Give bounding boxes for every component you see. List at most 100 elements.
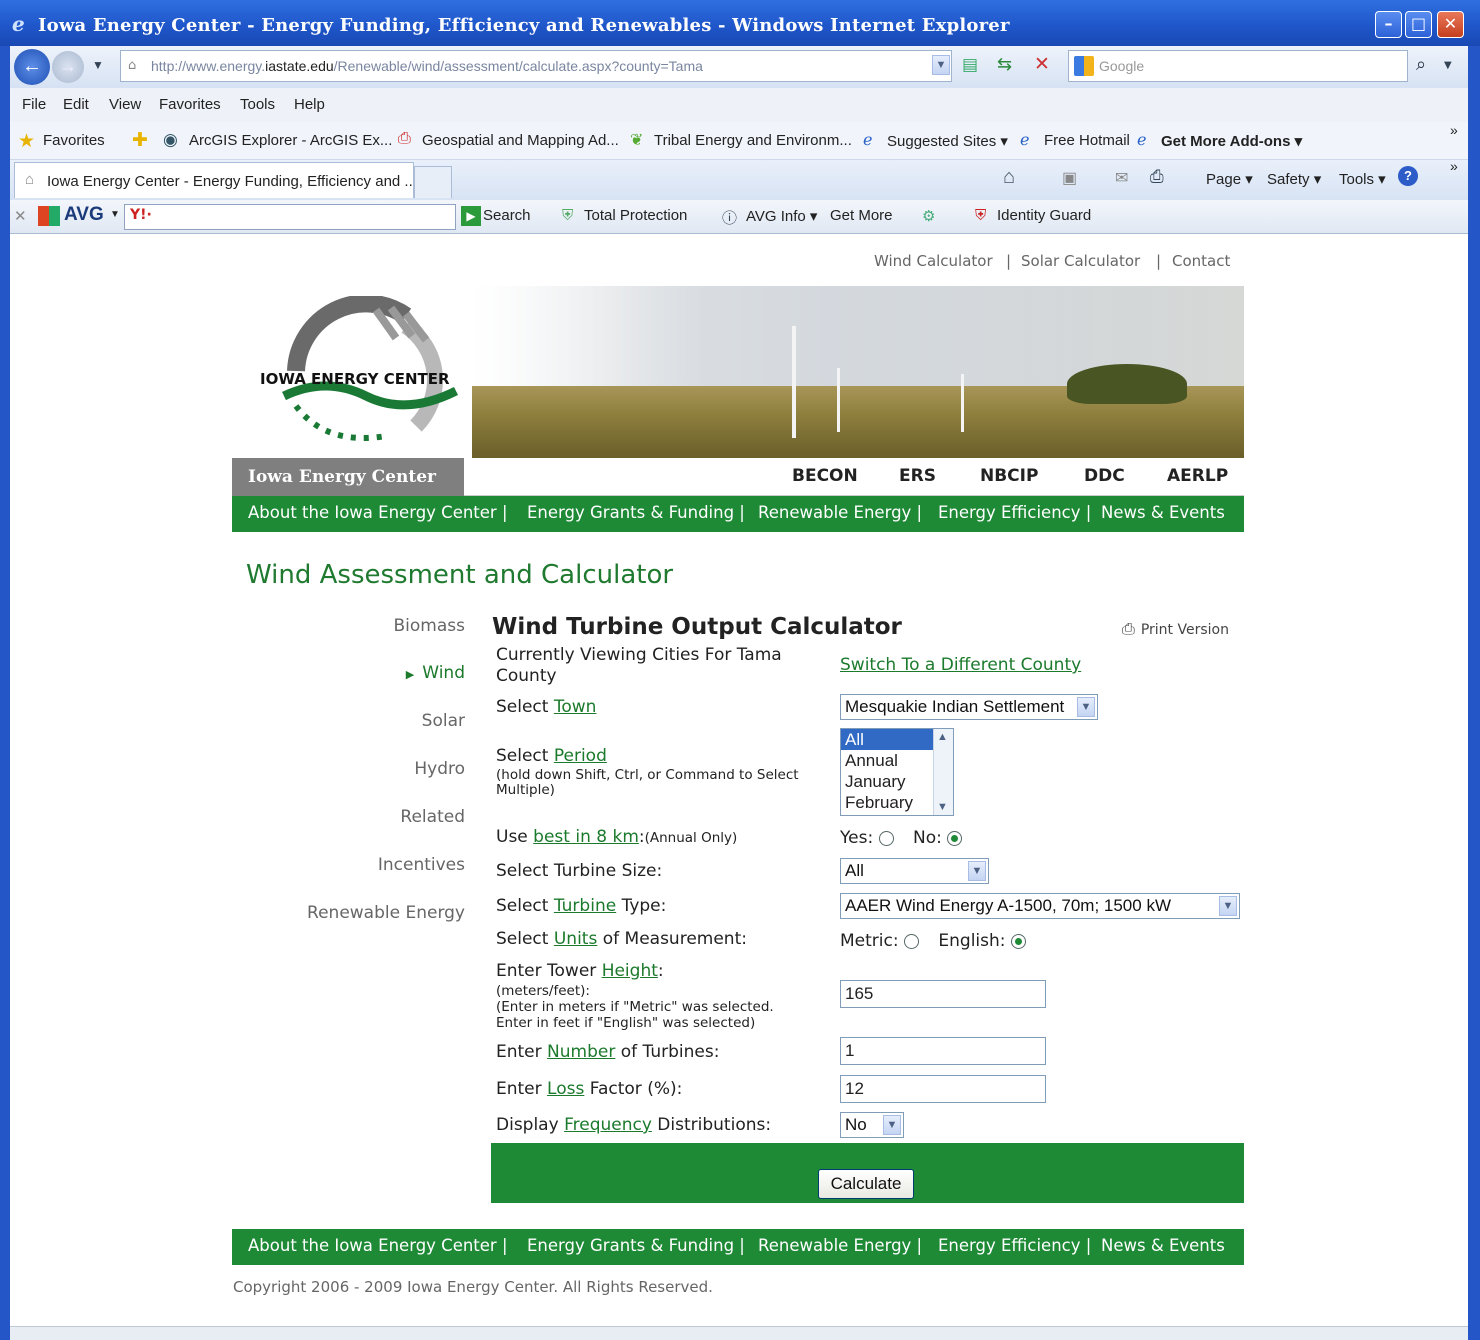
menu-file[interactable]: File [22, 96, 46, 113]
safety-menu[interactable]: Safety ▾ [1267, 170, 1321, 188]
link-grants[interactable]: Energy Grants & Funding | [527, 496, 745, 530]
nav-tab-iowa-energy-center[interactable]: Iowa Energy Center [232, 458, 464, 496]
print-icon[interactable]: ⎙ [1150, 167, 1164, 187]
chevron-right-icon[interactable]: » [1450, 158, 1458, 174]
period-option-january[interactable]: January [841, 771, 933, 792]
menu-tools[interactable]: Tools [240, 96, 275, 113]
chevron-right-icon[interactable]: » [1450, 122, 1458, 138]
help-icon[interactable]: ? [1398, 166, 1418, 186]
period-help-link[interactable]: Period [554, 746, 607, 766]
address-input[interactable]: http://www.energy.iastate.edu/Renewable/… [120, 50, 952, 82]
fav-addons[interactable]: Get More Add-ons ▾ [1161, 132, 1302, 150]
units-help-link[interactable]: Units [554, 929, 597, 949]
close-toolbar-icon[interactable]: ✕ [14, 207, 27, 225]
frequency-select[interactable]: No ▼ [840, 1112, 904, 1138]
nav-ers[interactable]: ERS [899, 466, 936, 486]
fav-tribal[interactable]: Tribal Energy and Environm... [654, 132, 852, 149]
period-option-february[interactable]: February [841, 792, 933, 813]
wind-calculator-link[interactable]: Wind Calculator [874, 252, 993, 270]
new-tab-button[interactable] [414, 166, 452, 198]
number-help-link[interactable]: Number [547, 1042, 615, 1062]
link-efficiency[interactable]: Energy Efficiency | [938, 1229, 1091, 1263]
sidebar-item-incentives[interactable]: Incentives [378, 855, 465, 875]
english-radio[interactable] [1010, 933, 1026, 949]
refresh-icon[interactable]: ⇆ [997, 54, 1012, 75]
avg-info[interactable]: AVG Info ▾ [746, 207, 817, 225]
link-renewable[interactable]: Renewable Energy | [758, 1229, 922, 1263]
address-dropdown[interactable]: ▼ [930, 53, 952, 79]
metric-radio[interactable] [904, 933, 919, 949]
link-about[interactable]: About the Iowa Energy Center | [248, 496, 508, 530]
switch-county-link[interactable]: Switch To a Different County [840, 655, 1081, 675]
chevron-up-icon[interactable]: ▲ [937, 731, 948, 743]
menu-edit[interactable]: Edit [63, 96, 89, 113]
number-of-turbines-input[interactable]: 1 [840, 1037, 1046, 1065]
link-news[interactable]: News & Events [1101, 496, 1225, 530]
avg-identity-guard[interactable]: Identity Guard [997, 207, 1091, 224]
link-news[interactable]: News & Events [1101, 1229, 1225, 1263]
avg-get-more[interactable]: Get More [830, 207, 893, 224]
favorites-button[interactable]: Favorites [43, 132, 105, 149]
contact-link[interactable]: Contact [1172, 252, 1230, 270]
fav-hotmail[interactable]: Free Hotmail [1044, 132, 1130, 149]
home-icon[interactable]: ⌂ [1003, 166, 1015, 189]
link-about[interactable]: About the Iowa Energy Center | [248, 1229, 508, 1263]
print-version-link[interactable]: ⎙ Print Version [1122, 619, 1229, 639]
nav-ddc[interactable]: DDC [1084, 466, 1125, 486]
best-yes-radio[interactable] [878, 830, 894, 846]
page-menu[interactable]: Page ▾ [1206, 170, 1253, 188]
period-option-all[interactable]: All [841, 729, 933, 750]
back-button[interactable]: ← [14, 49, 50, 85]
sidebar-item-wind[interactable]: ▶ Wind [406, 663, 465, 683]
avg-menu-arrow-icon[interactable]: ▼ [110, 209, 120, 220]
tools-menu[interactable]: Tools ▾ [1339, 170, 1386, 188]
calculate-button[interactable]: Calculate [818, 1169, 914, 1199]
add-favorite-icon[interactable]: ✚ [132, 129, 148, 152]
avg-brand[interactable]: AVG [64, 204, 104, 226]
menu-help[interactable]: Help [294, 96, 325, 113]
town-help-link[interactable]: Town [554, 697, 597, 717]
best-help-link[interactable]: best in 8 km [533, 827, 639, 847]
best-no-radio[interactable] [947, 830, 963, 846]
maximize-button[interactable]: □ [1405, 11, 1432, 38]
search-options-icon[interactable]: ▼ [1444, 60, 1452, 71]
sidebar-item-solar[interactable]: Solar [422, 711, 465, 731]
period-option-annual[interactable]: Annual [841, 750, 933, 771]
link-efficiency[interactable]: Energy Efficiency | [938, 496, 1091, 530]
sidebar-item-related[interactable]: Related [400, 807, 465, 827]
sidebar-item-biomass[interactable]: Biomass [394, 616, 465, 636]
frequency-help-link[interactable]: Frequency [564, 1115, 652, 1135]
loss-help-link[interactable]: Loss [547, 1079, 584, 1099]
chevron-down-icon[interactable]: ▼ [937, 801, 948, 813]
turbine-type-select[interactable]: AAER Wind Energy A-1500, 70m; 1500 kW ▼ [840, 893, 1240, 919]
fav-suggested[interactable]: Suggested Sites ▾ [887, 132, 1008, 150]
avg-search-input[interactable] [124, 204, 456, 230]
tab-iowa-energy-center[interactable]: ⌂ Iowa Energy Center - Energy Funding, E… [14, 162, 414, 198]
avg-total-protection[interactable]: Total Protection [584, 207, 687, 224]
search-input[interactable]: Google [1068, 50, 1408, 82]
search-icon[interactable]: ⌕ [1416, 54, 1426, 75]
solar-calculator-link[interactable]: Solar Calculator [1021, 252, 1140, 270]
mail-icon[interactable]: ✉ [1115, 168, 1128, 188]
turbine-help-link[interactable]: Turbine [554, 896, 616, 916]
avg-search-button[interactable]: Search [483, 207, 531, 224]
stop-icon[interactable]: ✕ [1034, 53, 1050, 75]
menu-favorites[interactable]: Favorites [159, 96, 221, 113]
town-select[interactable]: Mesquakie Indian Settlement ▼ [840, 694, 1098, 720]
close-button[interactable]: ✕ [1437, 11, 1464, 38]
listbox-scrollbar[interactable]: ▲ ▼ [933, 729, 953, 815]
link-renewable[interactable]: Renewable Energy | [758, 496, 922, 530]
link-grants[interactable]: Energy Grants & Funding | [527, 1229, 745, 1263]
nav-aerlp[interactable]: AERLP [1167, 466, 1228, 486]
compat-icon[interactable]: ▤ [962, 55, 978, 75]
tower-height-input[interactable]: 165 [840, 980, 1046, 1008]
history-dropdown-icon[interactable]: ▼ [92, 58, 104, 72]
sidebar-item-renewable-energy[interactable]: Renewable Energy [307, 903, 465, 923]
menu-view[interactable]: View [109, 96, 141, 113]
height-help-link[interactable]: Height [602, 961, 658, 981]
nav-nbcip[interactable]: NBCIP [980, 466, 1038, 486]
settings-icon[interactable]: ⚙ [922, 207, 935, 225]
avg-search-go-icon[interactable]: ▶ [461, 206, 481, 226]
nav-becon[interactable]: BECON [792, 466, 858, 486]
feeds-icon[interactable]: ▣ [1062, 168, 1077, 188]
